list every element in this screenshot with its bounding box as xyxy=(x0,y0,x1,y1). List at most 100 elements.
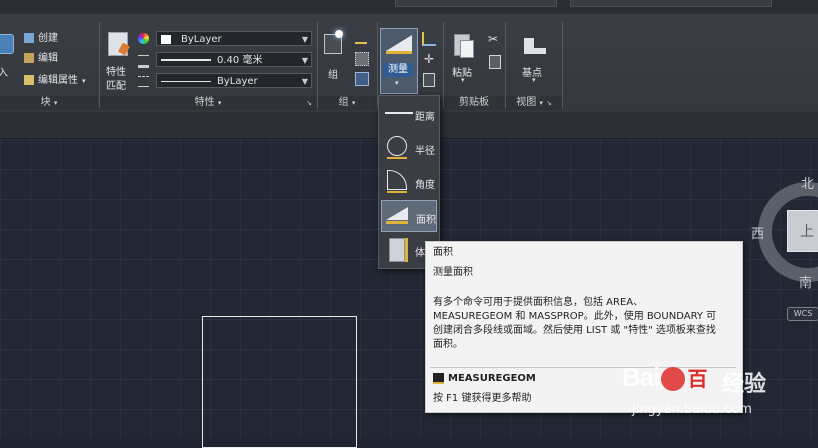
color-value: ByLayer xyxy=(181,34,222,45)
block-panel-title[interactable]: 块 ▾ xyxy=(0,96,98,110)
command-icon xyxy=(433,372,444,384)
paw-icon xyxy=(661,367,686,392)
measure-angle-label: 角度 xyxy=(415,180,435,191)
quick-calc-icon[interactable]: ✛ xyxy=(424,52,434,66)
group-label: 组 xyxy=(328,70,338,81)
tooltip-description-line-3: 创建闭合多段线或面域。然后使用 LIST 或 "特性" 选项板来查找 xyxy=(433,325,716,336)
measure-area-item[interactable]: 面积 xyxy=(381,200,437,232)
baidu-brand: 经验 xyxy=(722,372,767,397)
edit-block-label: 编辑 xyxy=(38,53,58,64)
base-point-button[interactable]: 基点 ▾ xyxy=(512,30,552,88)
chevron-down-icon: ▼ xyxy=(301,77,308,86)
group-selection-icon[interactable] xyxy=(355,72,369,86)
title-info-box[interactable] xyxy=(570,0,772,7)
baidu-watermark: Bai 百 经验 jingyan.baidu.com xyxy=(618,358,818,439)
chevron-down-icon: ▼ xyxy=(301,56,308,65)
dialog-launcher-icon[interactable]: ↘ xyxy=(306,96,312,110)
lineweight-value: 0.40 毫米 xyxy=(217,55,263,66)
viewcube-face-label: 上 xyxy=(800,224,814,240)
angle-icon xyxy=(387,170,407,190)
group-button[interactable]: 组 xyxy=(321,30,347,86)
view-panel-title-label: 视图 xyxy=(516,97,537,108)
cut-icon[interactable]: ✂ xyxy=(488,32,498,46)
properties-panel-title-label: 特性 xyxy=(194,97,215,108)
measure-radius-label: 半径 xyxy=(415,146,435,157)
chevron-down-icon: ▼ xyxy=(301,35,308,44)
view-panel-title[interactable]: 视图 ▾ ↘ xyxy=(506,96,562,110)
tooltip-description-line-4: 面积。 xyxy=(433,339,463,350)
edit-attributes-label: 编辑属性 xyxy=(38,75,78,86)
paste-button[interactable]: 粘贴 ▾ xyxy=(448,30,482,88)
create-block-label: 创建 xyxy=(38,33,58,44)
edit-block-button[interactable]: 编辑 xyxy=(24,51,58,67)
tooltip-title: 面积 xyxy=(433,247,453,258)
baidu-logo-text: Bai xyxy=(622,362,660,392)
chevron-down-icon: ▾ xyxy=(351,99,356,107)
color-swatch xyxy=(161,34,171,44)
match-properties-button[interactable]: 特性 匹配 xyxy=(104,30,132,92)
measure-button[interactable]: 测量 ▾ xyxy=(380,28,418,94)
color-select[interactable]: ByLayer ▼ xyxy=(156,31,312,46)
baidu-logo: Bai 百 xyxy=(622,362,707,393)
measure-icon xyxy=(386,35,412,51)
edit-attributes-icon xyxy=(24,75,34,85)
measure-angle-item[interactable]: 角度 xyxy=(381,166,437,198)
tooltip-command: MEASUREGEOM xyxy=(433,372,536,386)
properties-panel-title[interactable]: 特性 ▾ ↘ xyxy=(100,96,316,110)
measure-distance-label: 距离 xyxy=(415,112,435,123)
panel-divider xyxy=(562,22,563,108)
distance-icon xyxy=(385,112,413,114)
measure-label-box: 测量 xyxy=(383,63,413,77)
id-point-icon[interactable] xyxy=(422,32,436,46)
measure-radius-item[interactable]: 半径 xyxy=(381,132,437,164)
area-icon-bar xyxy=(386,221,408,224)
viewcube-north[interactable]: 北 xyxy=(801,173,814,192)
block-panel-title-label: 块 xyxy=(40,97,51,108)
viewcube-west[interactable]: 西 xyxy=(751,223,764,242)
chevron-down-icon: ▾ xyxy=(53,99,58,107)
ungroup-icon[interactable] xyxy=(355,32,367,44)
tooltip-description-line-2: MEASUREGEOM 和 MASSPROP。此外，使用 BOUNDARY 可 xyxy=(433,311,717,322)
wcs-menu[interactable]: WCS xyxy=(787,307,818,321)
linetype-value: ByLayer xyxy=(217,76,258,87)
lineweight-select[interactable]: 0.40 毫米 ▼ xyxy=(156,52,312,67)
viewcube[interactable]: 上 xyxy=(787,210,818,252)
create-block-button[interactable]: 创建 xyxy=(24,31,58,47)
insert-label: 入 xyxy=(0,68,8,79)
drawn-rectangle[interactable] xyxy=(202,316,357,448)
color-wheel-icon xyxy=(138,33,149,44)
linetype-line xyxy=(161,80,211,82)
chevron-down-icon: ▾ xyxy=(217,99,222,107)
radius-icon xyxy=(387,136,407,156)
calculator-icon[interactable] xyxy=(423,73,435,87)
measure-distance-item[interactable]: 距离 xyxy=(381,98,437,130)
create-block-icon xyxy=(24,33,34,43)
dialog-launcher-icon[interactable]: ↘ xyxy=(546,99,552,107)
sparkle-icon xyxy=(335,30,343,38)
radius-icon-bar xyxy=(387,157,407,159)
tooltip-command-label: MEASUREGEOM xyxy=(448,373,536,384)
chevron-down-icon: ▾ xyxy=(461,76,465,84)
match-properties-label-2: 匹配 xyxy=(106,81,126,92)
baidu-url: jingyan.baidu.com xyxy=(632,402,752,417)
title-search-box[interactable] xyxy=(395,0,557,7)
linetype-select[interactable]: ByLayer ▼ xyxy=(156,73,312,88)
base-point-icon xyxy=(524,38,534,48)
volume-icon-bar xyxy=(405,238,408,262)
area-icon xyxy=(386,207,408,220)
chevron-down-icon: ▾ xyxy=(539,99,543,107)
clipboard-panel-title[interactable]: 剪贴板 xyxy=(444,96,504,110)
edit-block-icon xyxy=(24,53,34,63)
group-panel-title[interactable]: 组 ▾ xyxy=(318,96,376,110)
measure-label: 测量 xyxy=(388,64,408,75)
copy-icon[interactable] xyxy=(489,55,501,69)
tooltip-description-line-1: 有多个命令可用于提供面积信息，包括 AREA、 xyxy=(433,297,644,308)
edit-attributes-button[interactable]: 编辑属性 ▾ xyxy=(24,73,86,89)
baidu-logo-cn: 百 xyxy=(687,369,707,391)
group-edit-icon[interactable] xyxy=(355,52,369,66)
lineweight-line xyxy=(161,59,211,61)
chevron-down-icon: ▾ xyxy=(395,79,399,87)
insert-button[interactable]: 入 xyxy=(0,30,20,82)
viewcube-south[interactable]: 南 xyxy=(799,272,812,291)
volume-icon xyxy=(389,238,405,262)
